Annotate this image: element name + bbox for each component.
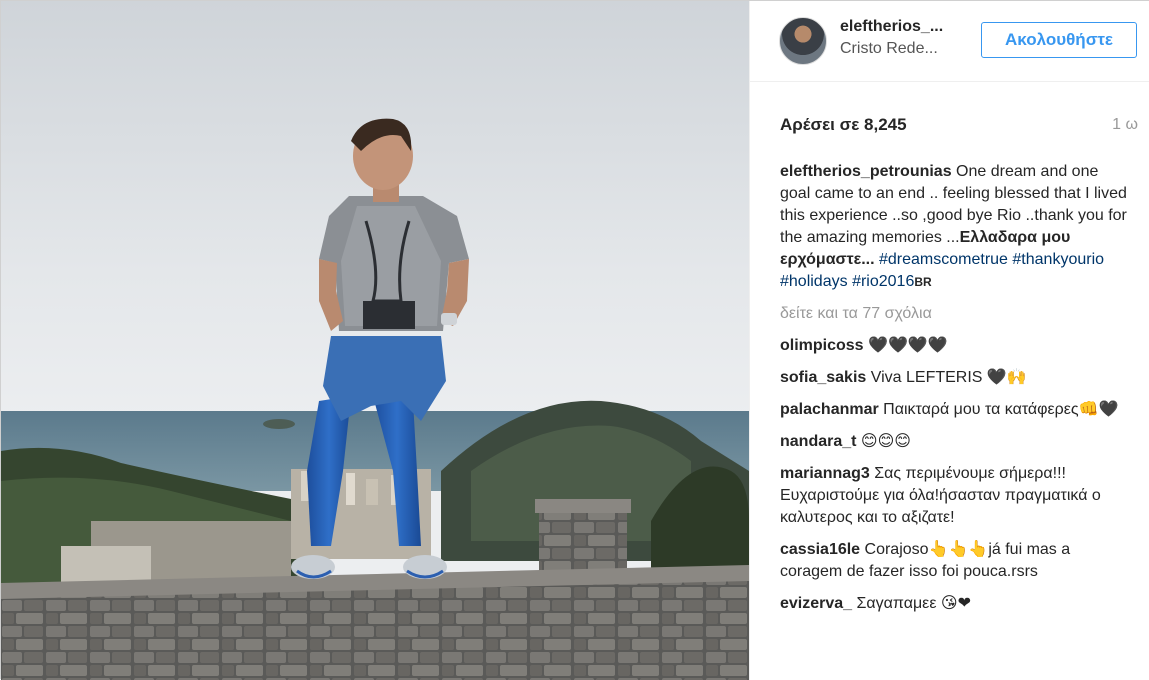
author-username[interactable]: eleftherios_... xyxy=(840,18,970,36)
comment-text: 😊😊😊 xyxy=(856,433,911,450)
author-info: eleftherios_... Cristo Rede... xyxy=(840,18,970,58)
comment-item: mariannag3 Σας περιμένουμε σήμερα!!! Ευχ… xyxy=(780,463,1132,529)
comment-item: cassia16le Corajoso👆👆👆já fui mas a corag… xyxy=(780,539,1132,583)
comment-item: palachanmar Παικταρά μου τα κατάφερες👊🖤 xyxy=(780,399,1132,421)
comment-username[interactable]: mariannag3 xyxy=(780,465,870,482)
caption-username[interactable]: eleftherios_petrounias xyxy=(780,163,952,180)
comment-username[interactable]: cassia16le xyxy=(780,541,860,558)
post-photo[interactable] xyxy=(1,1,749,680)
comment-username[interactable]: evizerva_ xyxy=(780,595,852,612)
comment-username[interactable]: sofia_sakis xyxy=(780,369,866,386)
comment-text: 🖤🖤🖤🖤 xyxy=(863,337,948,354)
comment-text: Παικταρά μου τα κατάφερες👊🖤 xyxy=(878,401,1119,418)
instagram-post-modal: eleftherios_... Cristo Rede... Ακολουθήσ… xyxy=(0,0,1149,680)
post-side-panel: eleftherios_... Cristo Rede... Ακολουθήσ… xyxy=(749,1,1149,680)
comments-list: eleftherios_petrounias One dream and one… xyxy=(780,161,1132,625)
comment-username[interactable]: olimpicoss xyxy=(780,337,864,354)
hashtag-link[interactable]: #rio2016 xyxy=(852,273,914,290)
likes-count[interactable]: Αρέσει σε 8,245 xyxy=(780,115,907,134)
photo-illustration xyxy=(1,1,749,680)
view-all-comments-link[interactable]: δείτε και τα 77 σχόλια xyxy=(780,303,1132,325)
comment-item: nandara_t 😊😊😊 xyxy=(780,431,1132,453)
comment-item: evizerva_ Σαγαπαμεε 😘❤ xyxy=(780,593,1132,615)
avatar[interactable] xyxy=(779,17,827,65)
comment-text: Viva LEFTERIS 🖤🙌 xyxy=(866,369,1027,386)
comment-item: sofia_sakis Viva LEFTERIS 🖤🙌 xyxy=(780,367,1132,389)
post-location[interactable]: Cristo Rede... xyxy=(840,40,970,58)
hashtag-link[interactable]: #dreamscometrue xyxy=(879,251,1008,268)
comment-username[interactable]: palachanmar xyxy=(780,401,879,418)
post-header: eleftherios_... Cristo Rede... Ακολουθήσ… xyxy=(750,1,1149,82)
comment-text: Σαγαπαμεε 😘❤ xyxy=(852,595,971,612)
follow-button[interactable]: Ακολουθήστε xyxy=(981,22,1137,58)
hashtag-link[interactable]: #holidays xyxy=(780,273,848,290)
post-caption: eleftherios_petrounias One dream and one… xyxy=(780,161,1132,293)
comment-username[interactable]: nandara_t xyxy=(780,433,856,450)
brazil-flag-label: BR xyxy=(914,275,932,289)
comment-item: olimpicoss 🖤🖤🖤🖤 xyxy=(780,335,1132,357)
post-timestamp[interactable]: 1 ω xyxy=(1112,116,1138,134)
hashtag-link[interactable]: #thankyourio xyxy=(1012,251,1104,268)
likes-row: Αρέσει σε 8,245 1 ω xyxy=(780,115,1138,135)
